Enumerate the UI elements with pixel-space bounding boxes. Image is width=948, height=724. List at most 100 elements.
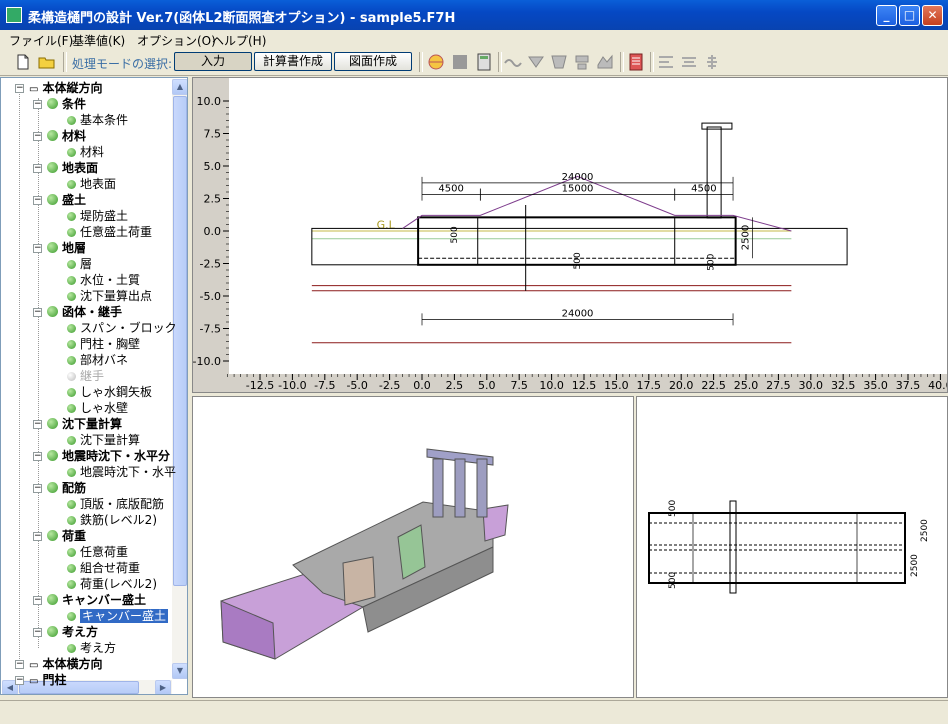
- tree-node[interactable]: 盛土: [47, 192, 86, 208]
- wave-icon[interactable]: [504, 53, 522, 71]
- mode-input-button[interactable]: 入力: [174, 52, 252, 71]
- tree-node[interactable]: ▭ 本体縦方向: [29, 80, 102, 96]
- item-bullet-icon: [67, 292, 76, 301]
- input-tree: ▲ ▼ ◀ ▶ ▭ 本体縦方向 − 条件 − 基本条件 材料 − 材料 地表面 − 地表面 盛土 − 堤防盛…: [0, 77, 188, 695]
- new-file-icon[interactable]: [14, 53, 32, 71]
- expand-group-toggle[interactable]: −: [33, 420, 42, 429]
- tree-scroll-thumb[interactable]: [173, 96, 187, 586]
- tree-node[interactable]: ▭ 門柱: [29, 672, 66, 688]
- tree-node[interactable]: 荷重(レベル2): [67, 576, 157, 592]
- tree-node[interactable]: 組合せ荷重: [67, 560, 140, 576]
- expand-group-toggle[interactable]: −: [33, 164, 42, 173]
- cross-section-view[interactable]: 500 500 2500 2500: [636, 396, 948, 698]
- align-icon-1[interactable]: [657, 53, 675, 71]
- shape-icon-4[interactable]: [596, 53, 614, 71]
- scroll-down-button[interactable]: ▼: [172, 663, 187, 679]
- tree-node[interactable]: しゃ水鋼矢板: [67, 384, 152, 400]
- tree-node-label: 荷重(レベル2): [80, 577, 157, 591]
- tree-node[interactable]: キャンバー盛土: [67, 608, 169, 624]
- tree-node[interactable]: 条件: [47, 96, 86, 112]
- shape-icon-1[interactable]: [527, 53, 545, 71]
- close-button[interactable]: ✕: [922, 5, 943, 26]
- item-bullet-icon: [67, 324, 76, 333]
- tree-node[interactable]: 堤防盛土: [67, 208, 128, 224]
- tree-node[interactable]: 考え方: [67, 640, 116, 656]
- open-folder-icon[interactable]: [38, 53, 56, 71]
- tree-node[interactable]: スパン・ブロック: [67, 320, 177, 336]
- x-tick-label: 40.0: [928, 379, 947, 392]
- tree-node[interactable]: 門柱・胸壁: [67, 336, 140, 352]
- expand-group-toggle[interactable]: −: [33, 132, 42, 141]
- tree-node[interactable]: 考え方: [47, 624, 98, 640]
- tree-node[interactable]: キャンバー盛土: [47, 592, 146, 608]
- item-bullet-icon: [67, 276, 76, 285]
- align-icon-2[interactable]: [680, 53, 698, 71]
- expand-root-toggle[interactable]: −: [15, 84, 24, 93]
- tree-node[interactable]: 鉄筋(レベル2): [67, 512, 157, 528]
- tree-node[interactable]: 頂版・底版配筋: [67, 496, 164, 512]
- menu-option[interactable]: オプション(O): [137, 32, 216, 49]
- shape-icon-2[interactable]: [550, 53, 568, 71]
- tree-node[interactable]: 任意盛土荷重: [67, 224, 152, 240]
- expand-group-toggle[interactable]: −: [33, 196, 42, 205]
- expand-group-toggle[interactable]: −: [33, 100, 42, 109]
- dimension-label: 4500: [438, 184, 463, 195]
- tree-node[interactable]: 配筋: [47, 480, 86, 496]
- x-tick-label: 37.5: [896, 379, 921, 392]
- tree-node[interactable]: 沈下量算出点: [67, 288, 152, 304]
- menu-help[interactable]: ヘルプ(H): [212, 32, 266, 49]
- report-icon[interactable]: [627, 53, 645, 71]
- tree-node[interactable]: 地震時沈下・水平: [67, 464, 176, 480]
- tree-node[interactable]: 荷重: [47, 528, 86, 544]
- scroll-right-button[interactable]: ▶: [155, 680, 171, 694]
- tree-node[interactable]: 地表面: [47, 160, 98, 176]
- tree-node[interactable]: 沈下量計算: [47, 416, 122, 432]
- align-icon-3[interactable]: [703, 53, 721, 71]
- tree-node[interactable]: 部材バネ: [67, 352, 128, 368]
- expand-root-toggle[interactable]: −: [15, 660, 24, 669]
- height-dimension-label: 2500: [741, 225, 752, 250]
- maximize-button[interactable]: □: [899, 5, 920, 26]
- tree-node[interactable]: 材料: [67, 144, 104, 160]
- menu-file[interactable]: ファイル(F): [9, 32, 73, 49]
- tree-node[interactable]: ▭ 本体横方向: [29, 656, 102, 672]
- shape-icon-3[interactable]: [573, 53, 591, 71]
- tree-node[interactable]: 水位・土質: [67, 272, 140, 288]
- expand-group-toggle[interactable]: −: [33, 452, 42, 461]
- half-circle-icon[interactable]: [427, 53, 445, 71]
- group-bullet-icon: [47, 450, 58, 461]
- expand-group-toggle[interactable]: −: [33, 532, 42, 541]
- x-tick-label: 15.0: [604, 379, 629, 392]
- mode-drawing-button[interactable]: 図面作成: [334, 52, 412, 71]
- folder-icon: ▭: [29, 660, 39, 671]
- tree-node[interactable]: 任意荷重: [67, 544, 128, 560]
- menu-standard[interactable]: 基準値(K): [72, 32, 125, 49]
- expand-group-toggle[interactable]: −: [33, 596, 42, 605]
- minimize-button[interactable]: _: [876, 5, 897, 26]
- expand-group-toggle[interactable]: −: [33, 484, 42, 493]
- tree-node[interactable]: 層: [67, 256, 92, 272]
- tree-node[interactable]: 基本条件: [67, 112, 128, 128]
- expand-root-toggle[interactable]: −: [15, 676, 24, 685]
- tree-node[interactable]: 函体・継手: [47, 304, 122, 320]
- expand-group-toggle[interactable]: −: [33, 244, 42, 253]
- tree-node[interactable]: 材料: [47, 128, 86, 144]
- tree-node[interactable]: 地層: [47, 240, 86, 256]
- tree-node[interactable]: 地震時沈下・水平分: [47, 448, 170, 464]
- gray-square-icon[interactable]: [451, 53, 469, 71]
- expand-group-toggle[interactable]: −: [33, 628, 42, 637]
- tree-node-label: 任意盛土荷重: [80, 225, 153, 239]
- mode-report-button[interactable]: 計算書作成: [254, 52, 332, 71]
- scroll-up-button[interactable]: ▲: [172, 79, 187, 95]
- 3d-model-view[interactable]: [192, 396, 634, 698]
- calculator-icon[interactable]: [475, 53, 493, 71]
- tree-vertical-scrollbar[interactable]: ▲ ▼: [172, 79, 187, 679]
- tree-horizontal-scrollbar[interactable]: ◀ ▶: [2, 680, 172, 694]
- tree-node[interactable]: 沈下量計算: [67, 432, 140, 448]
- tree-node[interactable]: 継手: [67, 368, 104, 384]
- tree-node-label: 門柱: [42, 673, 67, 687]
- expand-group-toggle[interactable]: −: [33, 308, 42, 317]
- longitudinal-section-view[interactable]: 10.0 7.5 5.0 2.5 0.0 -2.5 -5.0 -7.5 -10.0 -12.5 -1…: [192, 77, 948, 393]
- tree-node[interactable]: 地表面: [67, 176, 116, 192]
- tree-node[interactable]: しゃ水壁: [67, 400, 128, 416]
